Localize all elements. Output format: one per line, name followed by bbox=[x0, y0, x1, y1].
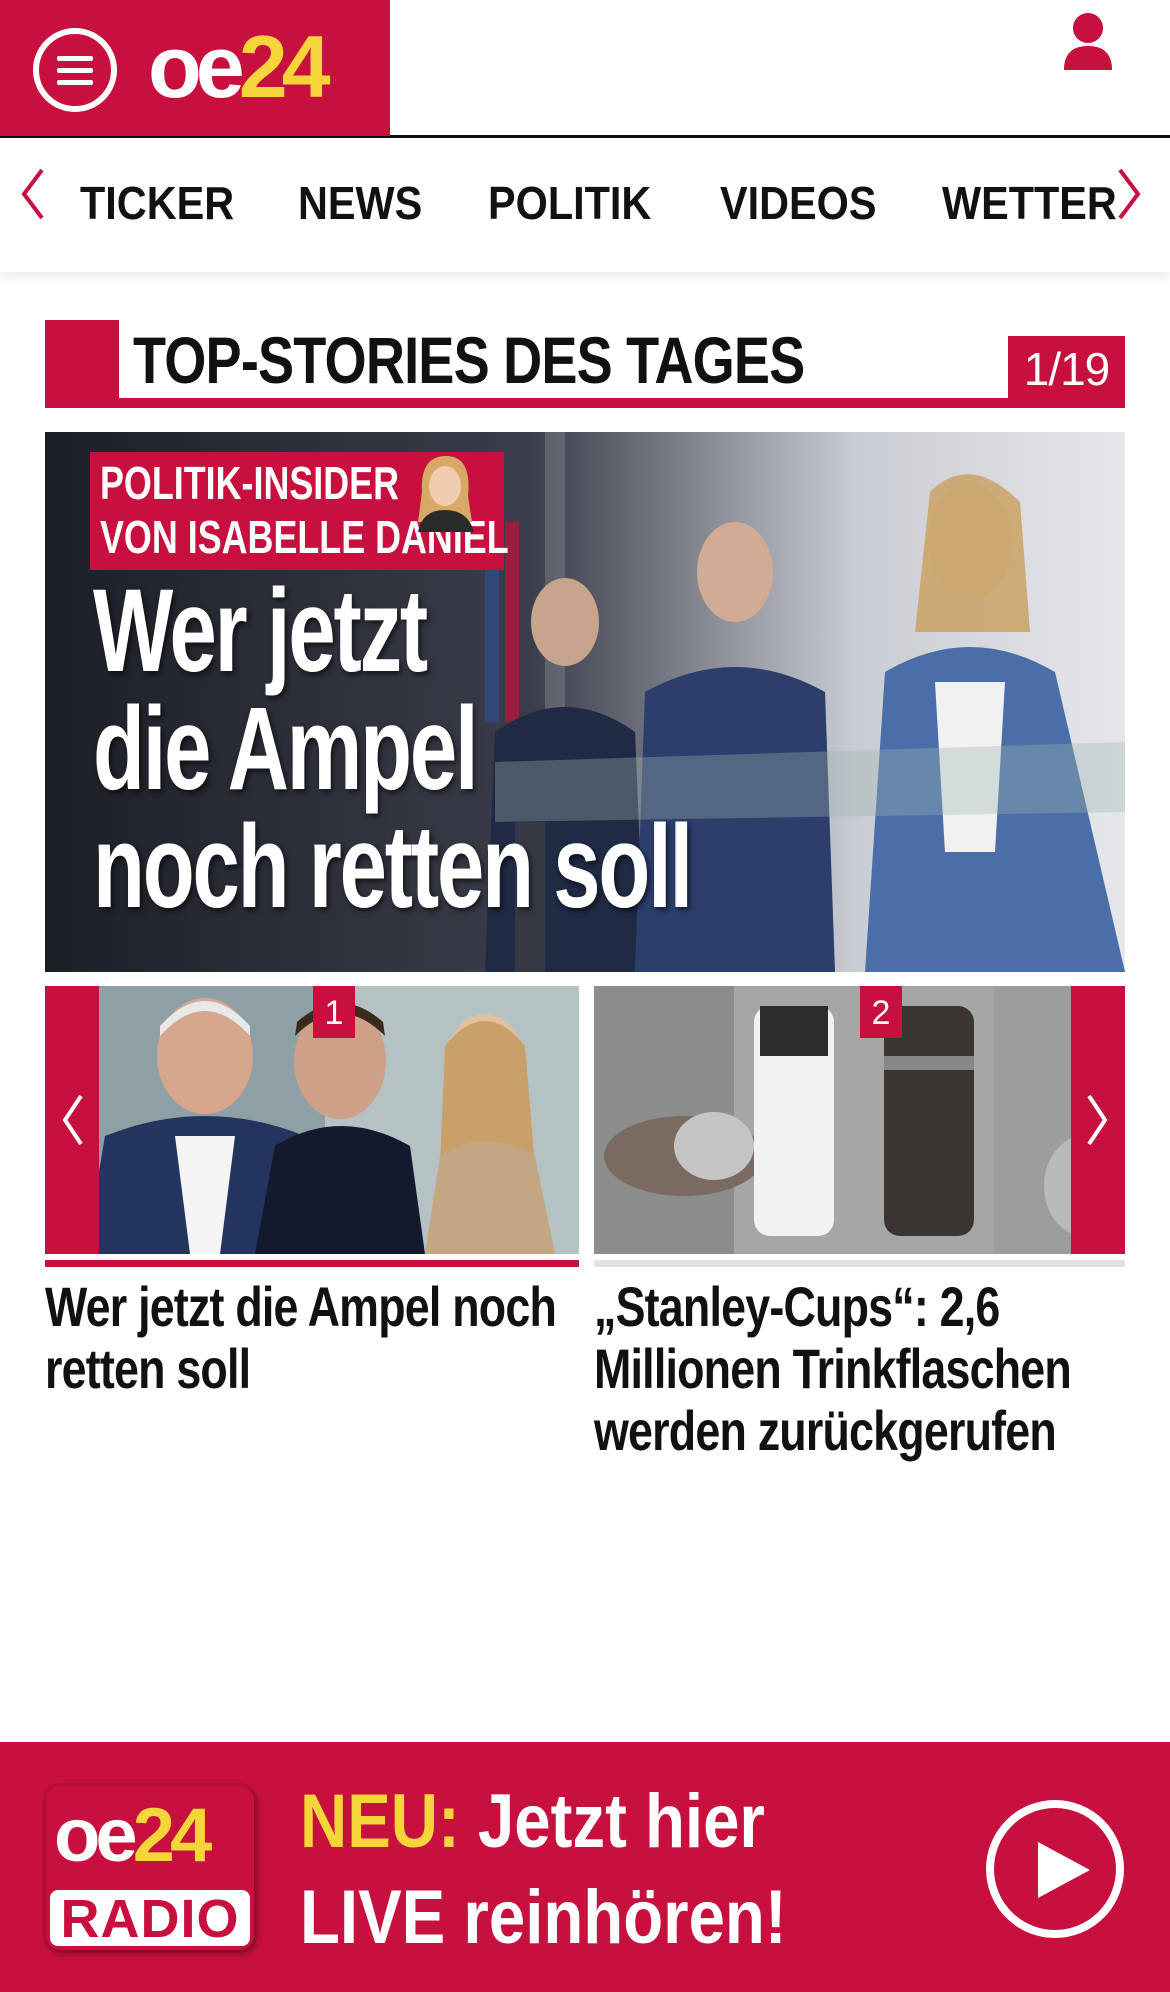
play-icon bbox=[1038, 1842, 1090, 1898]
chevron-left-icon bbox=[62, 1094, 83, 1146]
chevron-right-icon bbox=[1087, 1094, 1108, 1146]
radio-logo-24: 24 bbox=[132, 1793, 213, 1878]
kicker-line-1: POLITIK-INSIDER bbox=[100, 457, 400, 509]
author-avatar bbox=[418, 456, 474, 532]
story-card-2-image[interactable]: 2 bbox=[594, 986, 1125, 1254]
radio-logo-wordmark: oe24 bbox=[54, 1793, 213, 1878]
logo-oe: oe bbox=[148, 17, 245, 116]
story-2-title-line-1: „Stanley-Cups“: 2,6 bbox=[594, 1275, 1000, 1338]
oe24-logo[interactable]: oe24 bbox=[148, 23, 331, 111]
nav-item-politik[interactable]: POLITIK bbox=[488, 176, 651, 230]
story-indicator bbox=[594, 1260, 1125, 1267]
logo-block: oe24 bbox=[0, 0, 390, 136]
banner-text-line-2: LIVE reinhören! bbox=[300, 1875, 787, 1960]
banner-line-1: NEU: Jetzt hier bbox=[300, 1774, 787, 1870]
site-header: oe24 bbox=[0, 0, 1170, 138]
radio-banner[interactable]: oe24 RADIO NEU: Jetzt hier LIVE reinhöre… bbox=[0, 1742, 1170, 1992]
headline-line-1: Wer jetzt bbox=[93, 565, 428, 697]
hero-story[interactable]: POLITIK-INSIDER VON ISABELLE DANIEL Wer … bbox=[45, 432, 1125, 972]
heading-accent bbox=[45, 320, 119, 408]
story-2-title-line-3: werden zurückgerufen bbox=[594, 1399, 1057, 1462]
heading-underline bbox=[45, 398, 1125, 408]
story-2-title-line-2: Millionen Trinkflaschen bbox=[594, 1337, 1072, 1400]
story-counter: 1/19 bbox=[1008, 336, 1125, 398]
nav-item-ticker[interactable]: TICKER bbox=[80, 176, 234, 230]
story-1-title-line-1: Wer jetzt die Ampel noch bbox=[45, 1275, 557, 1338]
carousel-prev-button[interactable] bbox=[45, 986, 99, 1254]
story-number-badge: 1 bbox=[313, 986, 355, 1038]
category-nav: TICKER NEWS POLITIK VIDEOS WETTER bbox=[0, 138, 1170, 272]
neu-label: NEU: bbox=[300, 1779, 460, 1864]
story-card-1-image[interactable]: 1 bbox=[45, 986, 579, 1254]
chevron-left-icon[interactable] bbox=[16, 164, 50, 224]
radio-logo-oe: oe bbox=[54, 1793, 138, 1878]
banner-text: NEU: Jetzt hier LIVE reinhören! bbox=[300, 1774, 787, 1966]
story-1-title[interactable]: Wer jetzt die Ampel noch retten soll bbox=[45, 1276, 573, 1400]
section-heading: TOP-STORIES DES TAGES 1/19 bbox=[45, 320, 1125, 408]
menu-icon[interactable] bbox=[33, 28, 117, 112]
chevron-right-icon[interactable] bbox=[1112, 164, 1146, 224]
radio-logo-label: RADIO bbox=[50, 1890, 250, 1948]
active-story-indicator bbox=[45, 1260, 579, 1267]
story-1-photo bbox=[45, 986, 579, 1254]
oe24-radio-logo: oe24 RADIO bbox=[46, 1786, 254, 1950]
user-icon[interactable] bbox=[1062, 12, 1114, 72]
play-button[interactable] bbox=[986, 1800, 1124, 1938]
story-1-title-line-2: retten soll bbox=[45, 1337, 251, 1400]
story-number-badge: 2 bbox=[860, 986, 902, 1038]
story-2-title[interactable]: „Stanley-Cups“: 2,6 Millionen Trinkflasc… bbox=[594, 1276, 1122, 1462]
nav-item-wetter[interactable]: WETTER bbox=[942, 176, 1117, 230]
section-title: TOP-STORIES DES TAGES bbox=[133, 323, 805, 397]
headline-line-2: die Ampel bbox=[93, 683, 479, 815]
banner-text-line-1: Jetzt hier bbox=[459, 1779, 765, 1864]
carousel-next-button[interactable] bbox=[1071, 986, 1125, 1254]
hero-headline: Wer jetzt die Ampel noch retten soll bbox=[93, 565, 693, 933]
nav-item-videos[interactable]: VIDEOS bbox=[720, 176, 876, 230]
headline-line-3: noch retten soll bbox=[93, 801, 693, 933]
nav-item-news[interactable]: NEWS bbox=[298, 176, 422, 230]
politik-insider-badge: POLITIK-INSIDER VON ISABELLE DANIEL bbox=[90, 452, 509, 570]
logo-24: 24 bbox=[238, 17, 331, 116]
